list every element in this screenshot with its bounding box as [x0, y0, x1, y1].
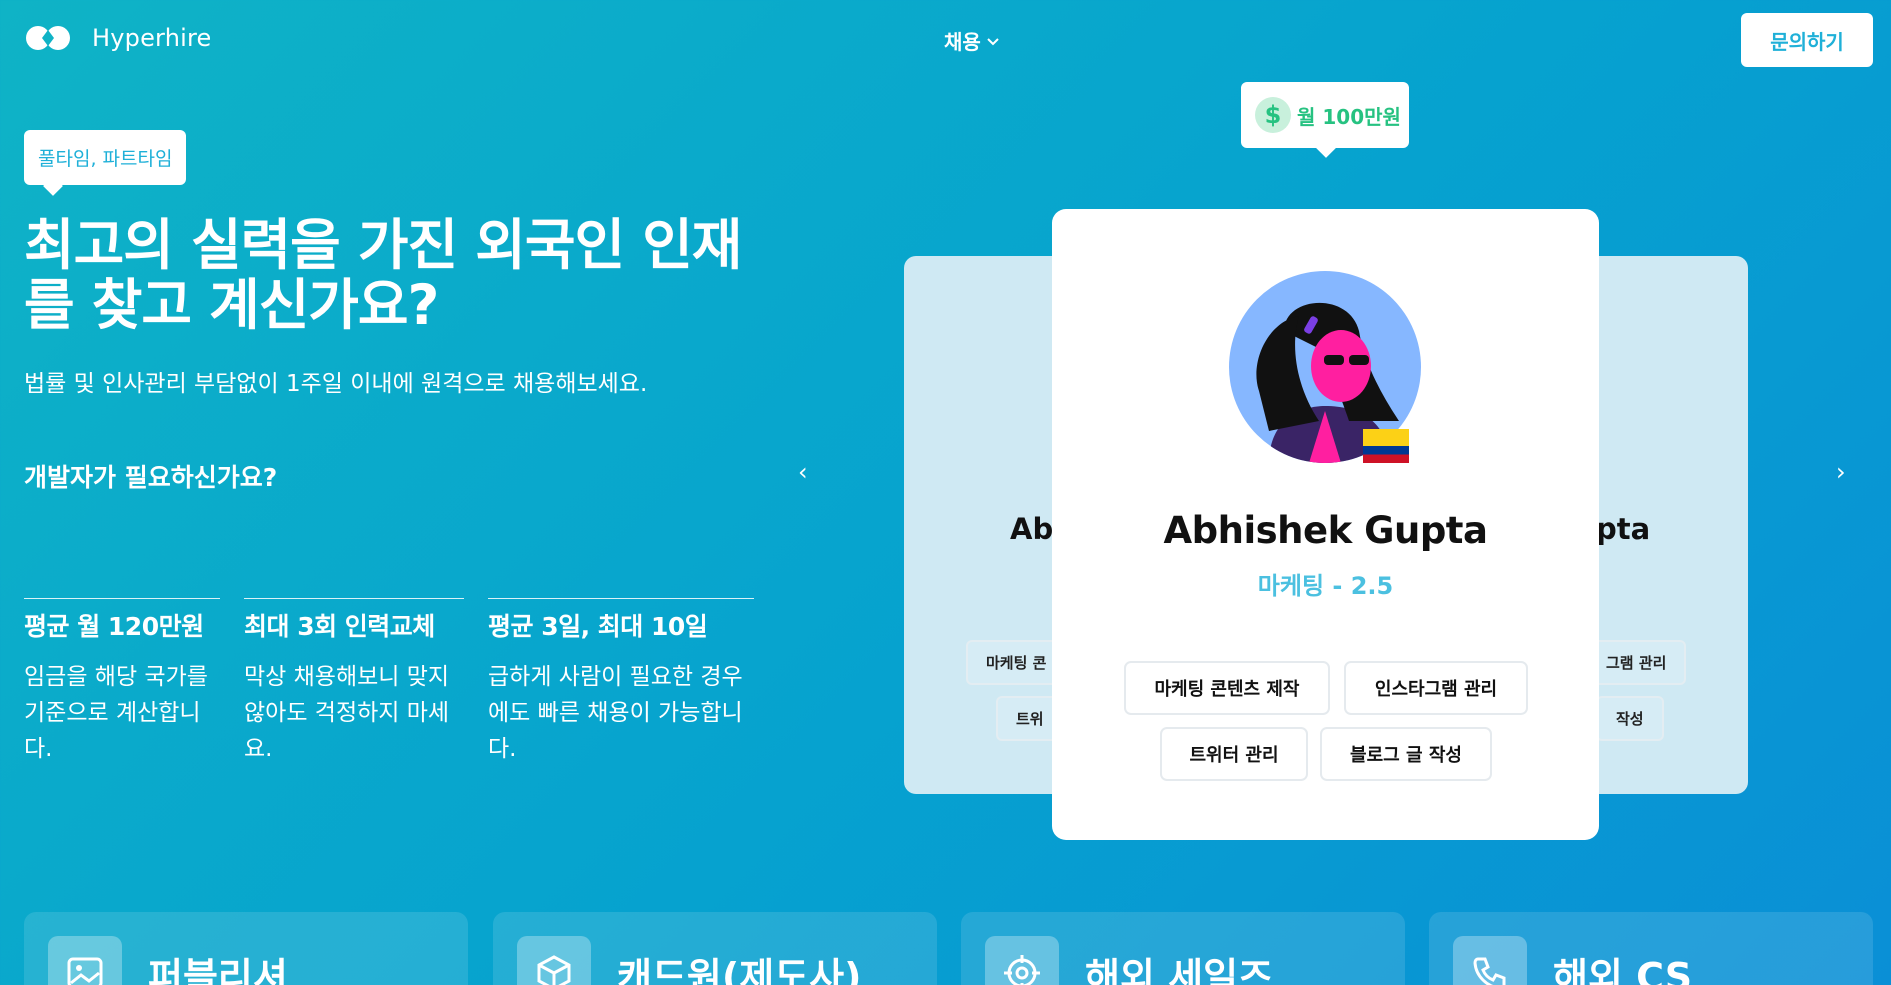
candidate-name: Abhishek Gupta — [1163, 509, 1488, 552]
salary-badge: $ 월 100만원 — [1241, 82, 1409, 148]
employment-type-pill: 풀타임, 파트타임 — [24, 130, 187, 185]
candidate-name: Ab — [1010, 512, 1054, 546]
job-title: 퍼블리셔 — [148, 955, 288, 985]
job-title: 해외 세일즈 — [1085, 955, 1274, 985]
candidate-card-main[interactable]: Abhishek Gupta 마케팅 - 2.5 마케팅 콘텐츠 제작 인스타그… — [1052, 209, 1599, 840]
stat-title: 평균 3일, 최대 10일 — [488, 612, 708, 641]
nav-recruit-menu[interactable]: 채용 — [944, 26, 1001, 55]
avatar — [1229, 271, 1421, 463]
image-icon — [48, 936, 122, 985]
job-title: 캐드원(제도사) — [617, 955, 862, 985]
skill-tag: 그램 관리 — [1586, 640, 1687, 685]
stat-speed: 평균 3일, 최대 10일 급하게 사람이 필요한 경우에도 빠른 채용이 가능… — [488, 598, 754, 767]
skill-tag: 마케팅 콘텐츠 제작 — [1124, 661, 1330, 715]
skill-tag: 인스타그램 관리 — [1344, 661, 1528, 715]
job-title: 해외 CS — [1553, 955, 1693, 985]
phone-icon — [1453, 936, 1527, 985]
stat-replacement: 최대 3회 인력교체 막상 채용해보니 맞지 않아도 걱정하지 마세요. — [244, 598, 464, 767]
skill-tag: 작성 — [1596, 696, 1664, 741]
salary-badge-label: 월 100만원 — [1297, 104, 1401, 129]
nav-recruit-label: 채용 — [944, 30, 981, 54]
developer-question-link[interactable]: 개발자가 필요하신가요? — [24, 458, 277, 494]
contact-button[interactable]: 문의하기 — [1741, 13, 1873, 67]
skill-tag: 트위터 관리 — [1160, 727, 1308, 781]
stat-desc: 임금을 해당 국가를 기준으로 계산합니다. — [24, 664, 208, 762]
stat-title: 평균 월 120만원 — [24, 612, 204, 641]
chevron-down-icon — [987, 37, 999, 45]
stat-title: 최대 3회 인력교체 — [244, 612, 435, 641]
hero-subtitle: 법률 및 인사관리 부담없이 1주일 이내에 원격으로 채용해보세요. — [24, 371, 648, 397]
dollar-icon: $ — [1255, 97, 1291, 133]
box-icon — [517, 936, 591, 985]
stat-desc: 막상 채용해보니 맞지 않아도 걱정하지 마세요. — [244, 664, 450, 762]
candidate-name: pta — [1596, 512, 1651, 546]
site-header: Hyperhire 채용 문의하기 — [0, 0, 1891, 80]
brand-logo[interactable]: Hyperhire — [24, 22, 211, 54]
job-card-publisher[interactable]: 퍼블리셔 — [24, 912, 468, 985]
logo-icon — [26, 26, 70, 50]
carousel-next-button[interactable]: › — [1836, 458, 1846, 486]
colombia-flag-icon — [1363, 429, 1409, 463]
stat-desc: 급하게 사람이 필요한 경우에도 빠른 채용이 가능합니다. — [488, 664, 743, 762]
job-card-sales[interactable]: 해외 세일즈 — [961, 912, 1405, 985]
carousel-prev-button[interactable]: ‹ — [798, 458, 808, 486]
job-card-cad[interactable]: 캐드원(제도사) — [493, 912, 937, 985]
stat-salary: 평균 월 120만원 임금을 해당 국가를 기준으로 계산합니다. — [24, 598, 220, 767]
skill-tag: 블로그 글 작성 — [1320, 727, 1492, 781]
job-card-cs[interactable]: 해외 CS — [1429, 912, 1873, 985]
candidate-role: 마케팅 - 2.5 — [1257, 572, 1394, 600]
brand-name: Hyperhire — [92, 24, 212, 52]
target-icon — [985, 936, 1059, 985]
hero-title: 최고의 실력을 가진 외국인 인재를 찾고 계신가요? — [24, 213, 742, 337]
